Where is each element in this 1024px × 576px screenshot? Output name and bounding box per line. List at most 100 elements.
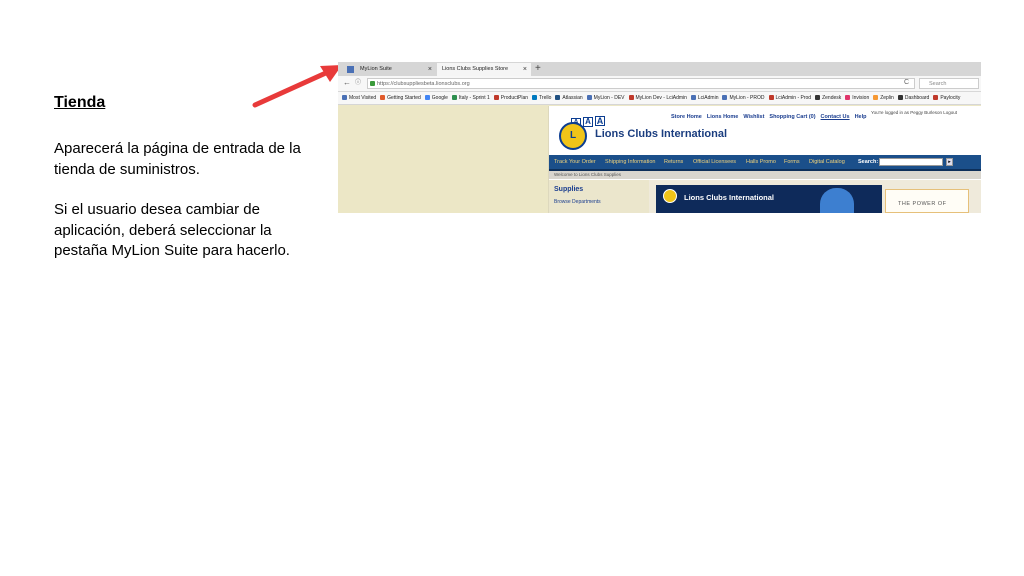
power-text: THE POWER OF	[898, 201, 947, 207]
store-search-input[interactable]	[879, 158, 943, 166]
slide-paragraph-1: Aparecerá la página de entrada de la tie…	[54, 140, 301, 178]
bookmark-item[interactable]: Dashboard	[897, 92, 930, 104]
bookmark-favicon-icon	[815, 95, 821, 100]
bookmark-item[interactable]: Google	[424, 92, 448, 104]
store-home-link[interactable]: Store Home	[671, 114, 702, 120]
bookmarks-bar: Most Visited Getting Started Google Italy -…	[338, 92, 981, 105]
bookmark-item[interactable]: MyLion - PROD	[722, 92, 765, 104]
pointer-arrow-icon	[252, 65, 342, 108]
help-link[interactable]: Help	[855, 114, 867, 120]
lions-logo-icon[interactable]: L	[559, 122, 587, 150]
cap-image	[820, 188, 854, 213]
lions-logo-icon	[663, 189, 677, 203]
bookmark-favicon-icon	[768, 95, 774, 100]
bookmark-item[interactable]: Paylocity	[933, 92, 960, 104]
tab-label: MyLion Suite	[360, 66, 392, 72]
search-go-button[interactable]: ▸	[946, 158, 953, 166]
bookmark-label: Zeplin	[880, 95, 894, 101]
menu-track-order[interactable]: Track Your Order	[554, 155, 596, 169]
bookmark-favicon-icon	[493, 95, 499, 100]
slide-paragraph-2: Si el usuario desea cambiar de aplicació…	[54, 201, 290, 259]
close-icon[interactable]: ×	[428, 63, 432, 76]
bookmark-label: Atlassian	[562, 95, 583, 101]
bookmark-item[interactable]: Most Visited	[342, 92, 376, 104]
promo-banner[interactable]: Lions Clubs International	[656, 185, 882, 213]
lions-home-link[interactable]: Lions Home	[707, 114, 738, 120]
bookmark-label: MyLion Dev - LciAdmin	[635, 95, 687, 101]
store-search-label: Search:	[858, 159, 879, 165]
text-size-large-button[interactable]: A	[595, 116, 605, 126]
store-page: AAA Store HomeLions HomeWishlistShopping…	[548, 106, 981, 213]
bookmark-item[interactable]: Zendesk	[815, 92, 841, 104]
close-icon[interactable]: ×	[523, 63, 527, 76]
bookmark-favicon-icon	[628, 95, 634, 100]
browse-departments-link[interactable]: Browse Departments	[554, 199, 601, 205]
lock-icon	[370, 81, 375, 86]
bookmark-item[interactable]: Italy - Sprint 1	[451, 92, 490, 104]
store-content: Lions Clubs International THE POWER OF	[649, 180, 981, 213]
bookmark-label: Zendesk	[822, 95, 842, 101]
bookmark-favicon-icon	[586, 95, 592, 100]
menu-shipping-info[interactable]: Shipping Information	[605, 155, 655, 169]
logged-in-text: You're logged in as Peggy Burleson Logou…	[871, 110, 958, 115]
navigation-bar: ← ⓘ https://clubsuppliesbeta.lionsclubs.…	[338, 76, 981, 92]
back-arrow-icon[interactable]: ←	[343, 78, 351, 88]
search-placeholder: Search	[929, 81, 947, 87]
bookmark-favicon-icon	[897, 95, 903, 100]
bookmark-favicon-icon	[451, 95, 457, 100]
bookmark-favicon-icon	[722, 95, 728, 100]
menu-returns[interactable]: Returns	[664, 155, 683, 169]
sidebar-title[interactable]: Supplies	[554, 186, 583, 193]
url-text: https://clubsuppliesbeta.lionsclubs.org	[377, 81, 470, 87]
bookmark-label: Dashboard	[904, 95, 930, 101]
bookmark-item[interactable]: Atlassian	[555, 92, 583, 104]
menu-forms[interactable]: Forms	[784, 155, 800, 169]
tab-mylion-suite[interactable]: MyLion Suite ×	[340, 63, 436, 76]
bookmark-item[interactable]: Getting Started	[380, 92, 421, 104]
url-bar[interactable]: https://clubsuppliesbeta.lionsclubs.org	[367, 78, 915, 89]
bookmark-item[interactable]: LciAdmin - Prod	[768, 92, 811, 104]
bookmark-label: LciAdmin	[697, 95, 719, 101]
bookmark-favicon-icon	[342, 95, 347, 100]
bookmark-item[interactable]: MyLion Dev - LciAdmin	[628, 92, 687, 104]
info-icon[interactable]: ⓘ	[355, 78, 361, 88]
bookmark-label: Google	[431, 95, 448, 101]
text-size-medium-button[interactable]: A	[583, 117, 593, 127]
bookmark-label: MyLion - PROD	[729, 95, 765, 101]
power-promo-box[interactable]: THE POWER OF	[885, 189, 969, 213]
tab-supplies-store[interactable]: Lions Clubs Supplies Store ×	[437, 63, 531, 76]
menu-digital-catalog[interactable]: Digital Catalog	[809, 155, 845, 169]
bookmark-favicon-icon	[424, 95, 430, 100]
new-tab-button[interactable]: +	[535, 62, 541, 75]
bookmark-label: ProductPlan	[500, 95, 529, 101]
org-name: Lions Clubs International	[595, 128, 728, 140]
bookmark-label: MyLion - DEV	[593, 95, 625, 101]
menu-halls-promo[interactable]: Halls Promo	[746, 155, 776, 169]
bookmark-item[interactable]: Zeplin	[873, 92, 894, 104]
store-sidebar: Supplies Browse Departments	[549, 180, 649, 213]
bookmark-favicon-icon	[380, 95, 386, 100]
browser-search-input[interactable]: Search	[919, 78, 979, 89]
bookmark-item[interactable]: Invision	[845, 92, 869, 104]
reload-icon[interactable]: C	[904, 78, 909, 88]
store-menu-bar: Track Your Order Shipping Information Re…	[549, 155, 981, 171]
bookmark-label: Getting Started	[387, 95, 421, 101]
store-top-links: Store Home Lions Home Wishlist Shopping Car…	[671, 114, 872, 120]
contact-us-link[interactable]: Contact Us	[821, 114, 850, 120]
bookmark-label: Trello	[539, 95, 552, 101]
bookmark-item[interactable]: Trello	[532, 92, 551, 104]
bookmark-item[interactable]: ProductPlan	[493, 92, 529, 104]
bookmark-label: Invision	[852, 95, 870, 101]
bookmark-favicon-icon	[555, 95, 561, 100]
wishlist-link[interactable]: Wishlist	[743, 114, 764, 120]
bookmark-label: Most Visited	[349, 95, 377, 101]
bookmark-label: Italy - Sprint 1	[458, 95, 490, 101]
bookmark-favicon-icon	[532, 95, 538, 100]
banner-text: Lions Clubs International	[684, 193, 775, 202]
bookmark-favicon-icon	[845, 95, 851, 100]
menu-official-licensees[interactable]: Official Licensees	[693, 155, 736, 169]
shopping-cart-link[interactable]: Shopping Cart (0)	[769, 114, 815, 120]
bookmark-item[interactable]: MyLion - DEV	[586, 92, 625, 104]
browser-screenshot: MyLion Suite × Lions Clubs Supplies Stor…	[338, 62, 981, 213]
bookmark-item[interactable]: LciAdmin	[690, 92, 719, 104]
